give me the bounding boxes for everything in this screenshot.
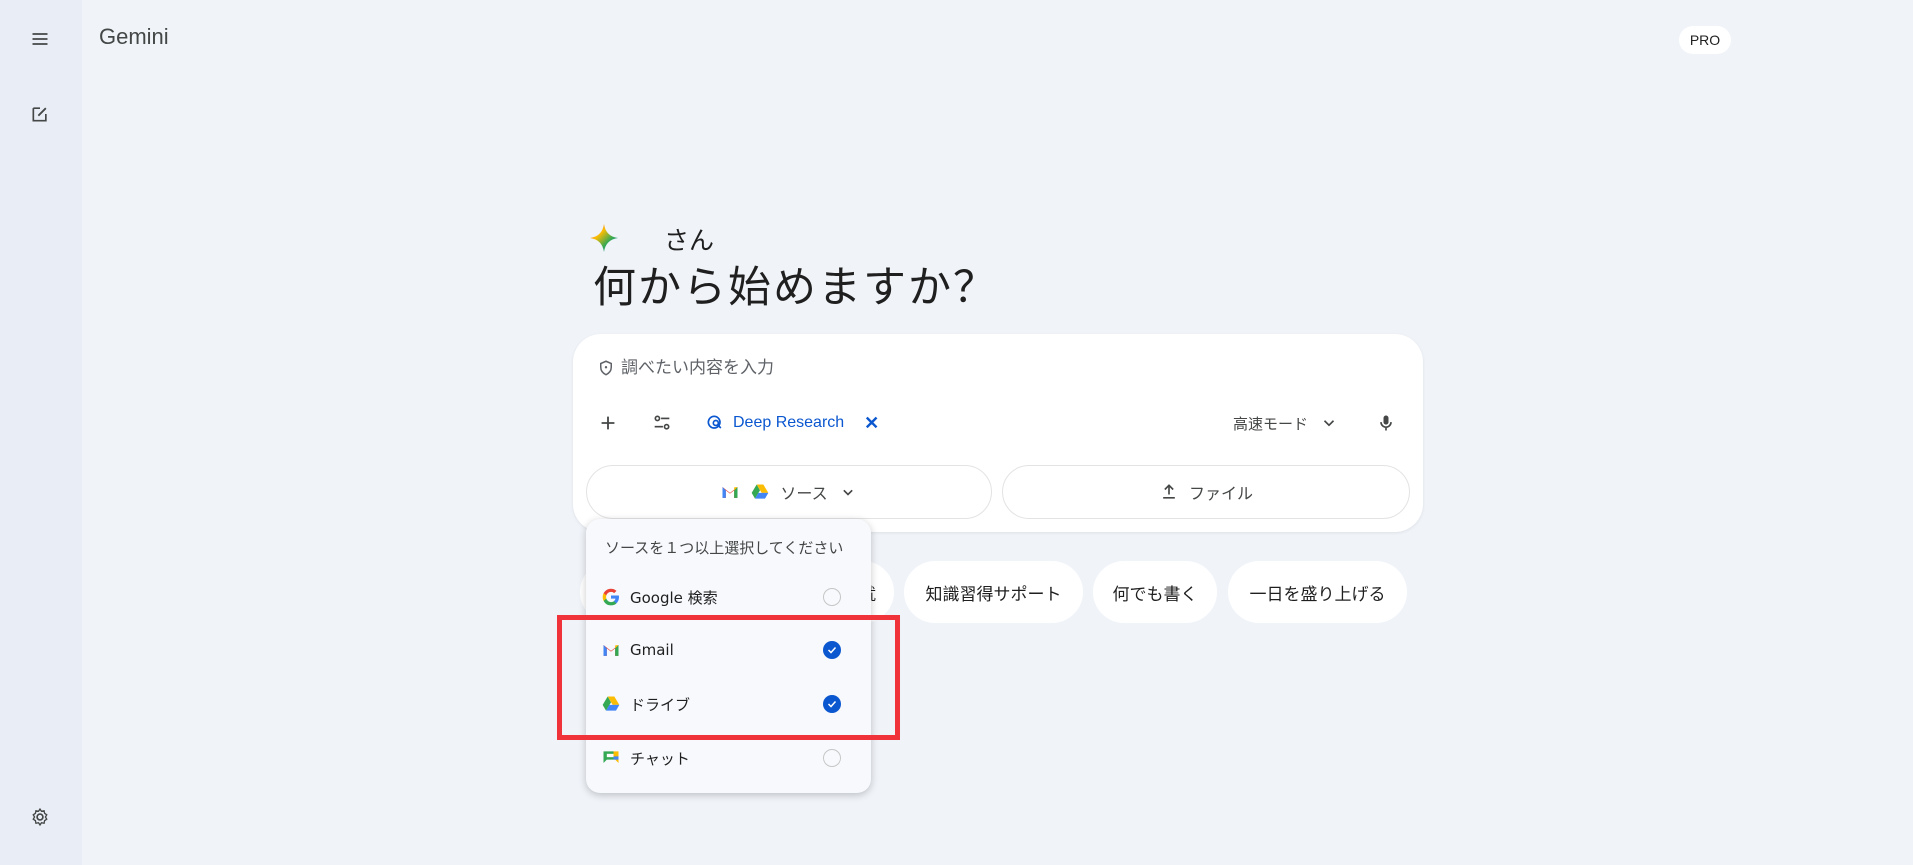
tools-button[interactable] [642, 403, 682, 443]
source-option-checkbox[interactable] [823, 695, 841, 713]
chevron-down-icon [1323, 420, 1335, 427]
file-button[interactable]: ファイル [1002, 465, 1410, 519]
mic-icon [1380, 415, 1392, 431]
source-option-checkbox[interactable] [823, 588, 841, 606]
drive-icon [752, 484, 769, 499]
shield-icon [600, 360, 612, 376]
tune-icon [654, 415, 670, 430]
suggestion-chip[interactable]: 一日を盛り上げる [1228, 561, 1407, 623]
prompt-input[interactable] [621, 358, 1221, 378]
edit-icon [32, 107, 47, 122]
source-option-label: Google 検索 [630, 588, 718, 607]
prompt-row [597, 358, 1221, 378]
settings-button[interactable] [20, 797, 60, 837]
greeting-name: さん [664, 226, 715, 255]
gear-icon [32, 807, 48, 827]
suggestion-chip[interactable]: 何でも書く [1093, 561, 1217, 623]
source-option-drive[interactable]: ドライブ [586, 680, 871, 728]
deep-research-chip[interactable]: Deep Research ✕ [701, 406, 883, 440]
suggestion-chip[interactable]: 知識習得サポート [904, 561, 1083, 623]
gemini-spark-icon [590, 224, 618, 252]
deep-research-label: Deep Research [733, 414, 845, 431]
upload-icon [1163, 484, 1175, 499]
source-option-checkbox[interactable] [823, 641, 841, 659]
source-option-checkbox[interactable] [823, 749, 841, 767]
source-option-gmail[interactable]: Gmail [586, 626, 871, 674]
new-chat-button[interactable] [20, 94, 60, 134]
check-icon [827, 700, 837, 708]
chat-icon [600, 747, 622, 769]
mode-label: 高速モード [1233, 414, 1309, 433]
source-option-label: ドライブ [630, 695, 691, 714]
suggestion-label: 一日を盛り上げる [1249, 584, 1386, 605]
mode-selector[interactable]: 高速モード [1233, 406, 1338, 440]
gmail-icon [600, 639, 622, 661]
source-option-chat[interactable]: チャット [586, 734, 871, 782]
source-option-google-search[interactable]: Google 検索 [586, 573, 871, 621]
source-label: ソース [780, 484, 828, 503]
source-option-label: Gmail [630, 641, 674, 659]
mic-button[interactable] [1366, 403, 1406, 443]
deep-research-icon [707, 415, 722, 429]
chevron-down-icon [842, 489, 853, 496]
greeting-title: 何から始めますか？ [593, 263, 998, 313]
file-label: ファイル [1188, 484, 1253, 503]
add-button[interactable] [588, 403, 628, 443]
suggestion-label: 知識習得サポート [925, 584, 1062, 605]
prompt-composer: Deep Research ✕ 高速モード ソース ファイル [573, 334, 1423, 532]
check-icon [827, 646, 837, 654]
dropdown-header: ソースを１つ以上選択してください [605, 539, 844, 557]
menu-button[interactable] [20, 19, 60, 59]
gmail-icon [722, 487, 738, 498]
plus-icon [601, 416, 615, 430]
left-rail [0, 0, 82, 865]
suggestion-label: 何でも書く [1112, 584, 1198, 605]
google-icon [600, 586, 622, 608]
app-title: Gemini [99, 24, 169, 49]
drive-icon [600, 693, 622, 715]
pro-badge[interactable]: PRO [1679, 26, 1731, 54]
source-button[interactable]: ソース [586, 465, 992, 519]
menu-icon [32, 33, 48, 45]
source-option-label: チャット [630, 749, 690, 768]
remove-deep-research-button[interactable]: ✕ [864, 413, 879, 434]
gemini-app: Gemini PRO さん 何から始めますか？ Deep Research ✕ … [0, 0, 1913, 865]
